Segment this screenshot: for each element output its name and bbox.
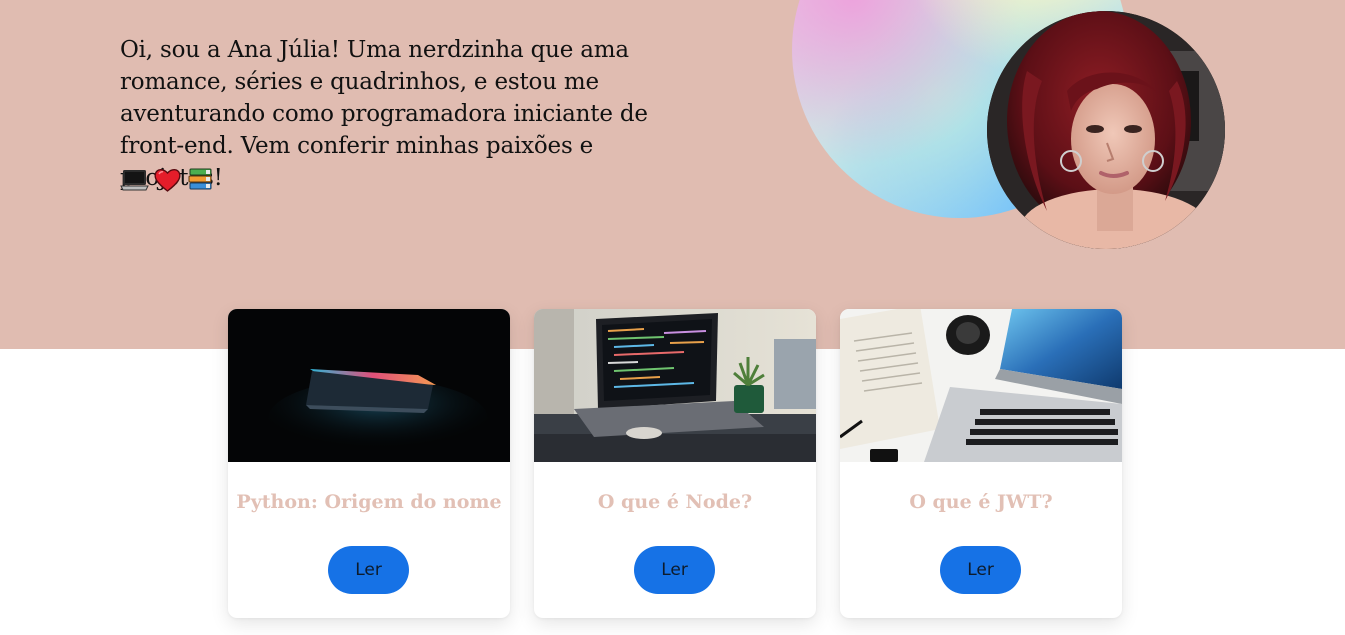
card-title: O que é Node?: [597, 491, 753, 513]
card-title: Python: Origem do nome: [236, 491, 502, 513]
laptop-book-camera-photo: [840, 309, 1122, 462]
heart-icon: [154, 168, 181, 192]
card-title: O que é JWT?: [909, 491, 1053, 513]
article-card: O que é JWT? Ler: [840, 309, 1122, 618]
profile-photo: [987, 11, 1225, 249]
emoji-row: [120, 166, 215, 193]
article-cards: Python: Origem do nome Ler O que é Node?…: [228, 309, 1122, 618]
article-card: Python: Origem do nome Ler: [228, 309, 510, 618]
read-button[interactable]: Ler: [634, 546, 715, 594]
laptop-code-desk-photo: [534, 309, 816, 462]
read-button[interactable]: Ler: [940, 546, 1021, 594]
article-card: O que é Node? Ler: [534, 309, 816, 618]
laptop-dark-glow-photo: [228, 309, 510, 462]
read-button[interactable]: Ler: [328, 546, 409, 594]
avatar: [987, 11, 1225, 249]
books-icon: [188, 168, 212, 190]
laptop-icon: [120, 170, 149, 191]
